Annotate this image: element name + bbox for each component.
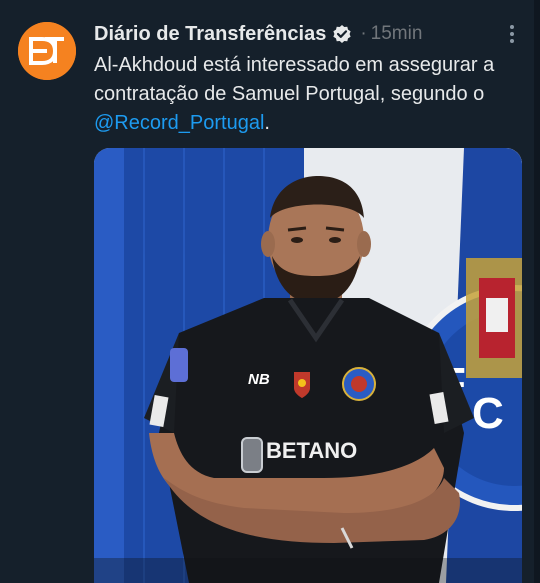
separator-dot: · xyxy=(360,23,367,44)
crest-letter-c: C xyxy=(472,389,504,438)
more-options-button[interactable] xyxy=(500,22,524,46)
verified-badge-icon xyxy=(333,25,351,43)
player-photo: F C xyxy=(94,148,522,583)
mention-link[interactable]: @Record_Portugal xyxy=(94,112,264,134)
avatar[interactable] xyxy=(18,22,76,80)
more-dots-icon xyxy=(510,25,514,43)
tweet-text-end: . xyxy=(264,112,270,134)
timestamp[interactable]: 15min xyxy=(371,23,423,45)
tweet-text-main: Al-Akhdoud está interessado em assegurar… xyxy=(94,54,495,105)
account-name[interactable]: Diário de Transferências xyxy=(94,23,326,46)
kit-brand-logo: NB xyxy=(248,371,270,388)
scrollbar[interactable] xyxy=(534,0,540,583)
tweet-text: Al-Akhdoud está interessado em assegurar… xyxy=(94,51,514,138)
tweet-media-photo[interactable]: F C xyxy=(94,148,522,583)
tweet[interactable]: Diário de Transferências · 15min Al-Akhd… xyxy=(0,0,540,583)
sponsor-text: BETANO xyxy=(266,438,357,463)
tweet-header: Diário de Transferências · 15min xyxy=(94,20,422,48)
dt-logo-icon xyxy=(18,22,76,80)
